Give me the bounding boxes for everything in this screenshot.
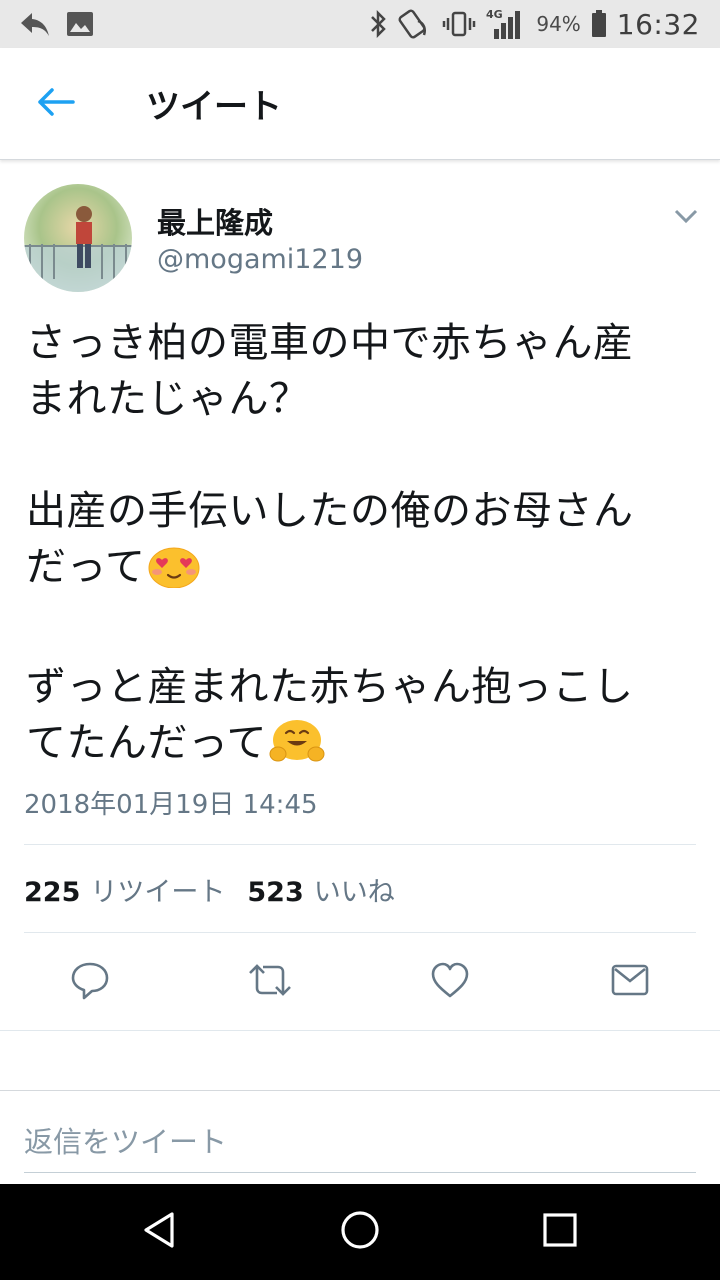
reply-button[interactable] — [66, 958, 114, 1006]
app-bar: ツイート — [0, 48, 720, 160]
like-stat[interactable]: 523 いいね — [247, 870, 394, 909]
nav-back-button[interactable] — [136, 1208, 184, 1256]
reply-input[interactable]: 返信をツイート — [24, 1119, 227, 1161]
clock: 16:32 — [616, 7, 700, 41]
page-title: ツイート — [146, 87, 282, 127]
battery-icon — [591, 10, 607, 38]
nav-home-button[interactable] — [336, 1208, 384, 1256]
status-bar: 4G 94% 16:32 — [0, 0, 720, 48]
nav-recents-button[interactable] — [536, 1208, 584, 1256]
system-nav-bar — [0, 1184, 720, 1280]
tweet-line-break — [26, 603, 706, 659]
arrow-left-icon — [37, 87, 75, 121]
like-button[interactable] — [426, 958, 474, 1006]
direct-message-button[interactable] — [606, 958, 654, 1006]
divider — [0, 1030, 720, 1031]
tweet-line: ずっと産まれた赤ちゃん抱っこし — [26, 664, 634, 710]
battery-percent: 94% — [536, 12, 581, 36]
display-name[interactable]: 最上隆成 — [157, 200, 273, 242]
recents-square-icon — [541, 1211, 579, 1253]
user-handle[interactable]: @mogami1219 — [157, 244, 363, 275]
heart-eyes-emoji-icon — [148, 542, 200, 603]
bluetooth-icon — [368, 9, 388, 39]
tweet-stats: 225 リツイート 523 いいね — [24, 870, 395, 909]
divider — [0, 1090, 720, 1091]
like-label: いいね — [313, 877, 395, 908]
retweet-count: 225 — [24, 877, 81, 908]
reply-arrow-icon — [18, 9, 52, 39]
vibrate-icon — [442, 9, 476, 39]
retweet-button[interactable] — [246, 958, 294, 1006]
back-triangle-icon — [140, 1210, 180, 1254]
tweet-line-text: てたんだって — [26, 720, 267, 766]
svg-text:4G: 4G — [486, 8, 503, 21]
retweet-label: リツイート — [90, 877, 226, 908]
tweet-line-text: だって — [26, 544, 146, 590]
divider — [24, 844, 696, 845]
tweet-line: だって — [26, 539, 706, 603]
tweet-line: まれたじゃん？ — [26, 376, 310, 422]
image-icon — [66, 11, 94, 37]
tweet-line: 出産の手伝いしたの俺のお母さん — [26, 483, 706, 539]
nfc-icon — [398, 9, 432, 39]
hugging-face-emoji-icon — [269, 716, 325, 779]
chevron-down-icon[interactable] — [670, 204, 702, 228]
tweet-line-break — [26, 427, 706, 483]
reply-input-underline — [24, 1172, 696, 1173]
back-button[interactable] — [0, 48, 112, 160]
tweet-line: さっき柏の電車の中で赤ちゃん産 — [26, 320, 634, 366]
avatar[interactable] — [24, 184, 132, 292]
retweet-stat[interactable]: 225 リツイート — [24, 870, 225, 909]
signal-icon: 4G — [486, 7, 526, 41]
tweet-timestamp[interactable]: 2018年01月19日 14:45 — [24, 784, 318, 821]
divider — [24, 932, 696, 933]
tweet-line: てたんだって — [26, 715, 706, 779]
heart-icon — [430, 961, 470, 1003]
tweet-text: さっき柏の電車の中で赤ちゃん産 まれたじゃん？ 出産の手伝いしたの俺のお母さん … — [26, 315, 706, 779]
retweet-icon — [247, 960, 293, 1004]
tweet-actions — [0, 958, 720, 1030]
envelope-icon — [610, 962, 650, 1002]
reply-icon — [70, 960, 110, 1004]
like-count: 523 — [247, 877, 304, 908]
home-circle-icon — [339, 1209, 381, 1255]
tweet-line-text: 出産の手伝いしたの俺のお母さん — [26, 488, 634, 534]
